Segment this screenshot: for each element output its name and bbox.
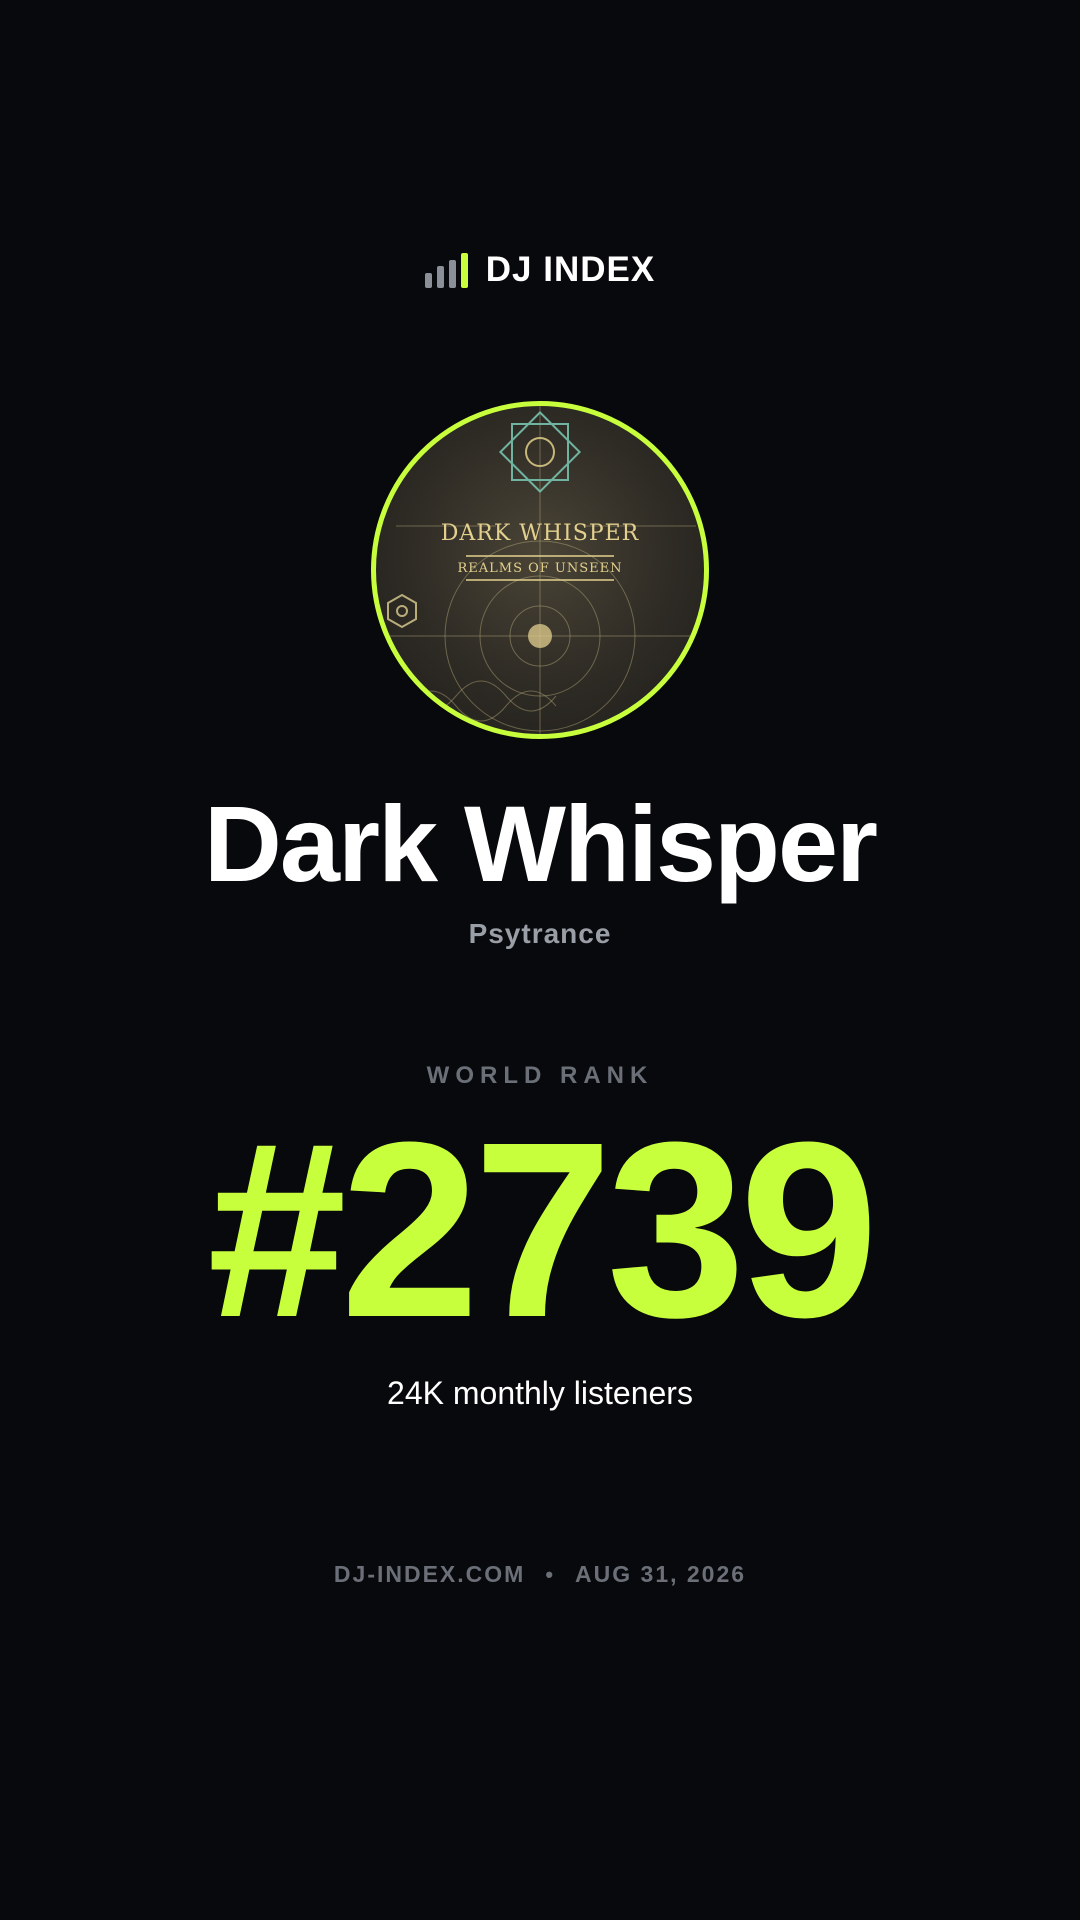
artwork-subtitle: REALMS OF UNSEEN bbox=[457, 561, 622, 576]
artwork-title: DARK WHISPER bbox=[441, 521, 640, 546]
artist-genre: Psytrance bbox=[468, 918, 612, 949]
artist-avatar: DARK WHISPER REALMS OF UNSEEN bbox=[371, 401, 709, 739]
rank-label: WORLD RANK bbox=[426, 1062, 654, 1089]
brand-header: DJ INDEX bbox=[0, 250, 1080, 290]
footer-date: AUG 31, 2026 bbox=[575, 1561, 747, 1587]
footer-separator: • bbox=[545, 1561, 556, 1587]
footer-site: DJ-INDEX.COM bbox=[333, 1561, 526, 1587]
artist-name: Dark Whisper bbox=[203, 783, 878, 904]
bar-chart-icon bbox=[424, 252, 468, 288]
rank-value: #2739 bbox=[207, 1090, 878, 1369]
footer: DJ-INDEX.COM • AUG 31, 2026 bbox=[0, 1561, 1080, 1588]
brand-name: DJ INDEX bbox=[485, 250, 656, 289]
monthly-listeners: 24K monthly listeners bbox=[387, 1375, 693, 1411]
